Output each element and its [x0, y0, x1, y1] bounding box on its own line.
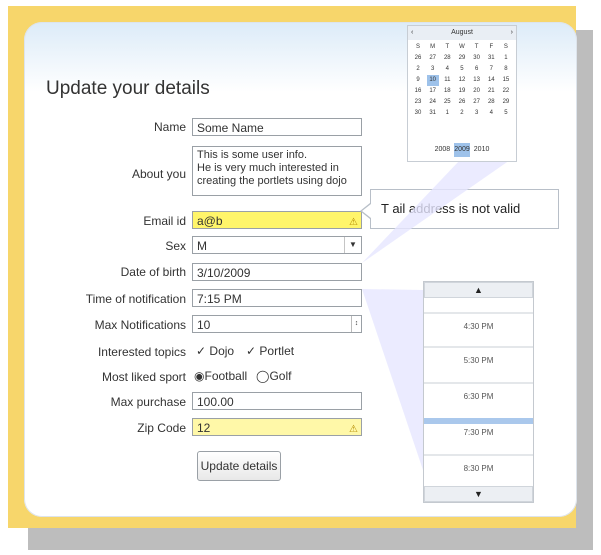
calendar-day[interactable]: 16 [412, 86, 424, 97]
calendar-day[interactable]: 25 [441, 97, 453, 108]
year-option[interactable]: 2010 [474, 143, 490, 157]
time-slot[interactable]: 7:30 PM [424, 424, 533, 442]
weekday-label: S [503, 44, 508, 50]
calendar-day[interactable]: 24 [427, 97, 439, 108]
calendar-day[interactable]: 1 [500, 53, 512, 64]
calendar-day[interactable]: 30 [471, 53, 483, 64]
time-divider [424, 346, 533, 348]
calendar-day[interactable]: 4 [485, 108, 497, 119]
calendar-week-6: 30 31 1 2 3 4 5 [412, 108, 512, 119]
weekday-label: M [430, 44, 436, 50]
calendar-day[interactable]: 26 [456, 97, 468, 108]
calendar-week-1: 26 27 28 29 30 31 1 [412, 53, 512, 64]
time-picker-popup[interactable]: ▲ ▼ 4:30 PM 5:30 PM 6:30 PM 7:30 PM 8:30 PM [423, 281, 534, 503]
calendar-grid: S M T W T F S 26 27 28 29 30 31 1 2 3 4 5 6 7 8 9 10 11 12 13 14 15… [412, 42, 512, 119]
calendar-week-3: 9 10 11 12 13 14 15 [412, 75, 512, 86]
calendar-day[interactable]: 13 [471, 75, 483, 86]
calendar-day[interactable]: 19 [456, 86, 468, 97]
calendar-day[interactable]: 14 [485, 75, 497, 86]
calendar-day[interactable]: 22 [500, 86, 512, 97]
calendar-day[interactable]: 31 [427, 108, 439, 119]
calendar-day[interactable]: 1 [441, 108, 453, 119]
calendar-day[interactable]: 10 [426, 75, 439, 86]
calendar-day[interactable]: 28 [485, 97, 497, 108]
time-slot[interactable]: 6:30 PM [424, 388, 533, 406]
calendar-day[interactable]: 28 [441, 53, 453, 64]
year-option[interactable]: 2009 [454, 143, 470, 157]
calendar-day[interactable]: 29 [456, 53, 468, 64]
timepicker-connector [362, 289, 423, 470]
prev-month-icon[interactable]: ‹ [411, 26, 413, 40]
weekday-label: T [474, 44, 479, 50]
calendar-day[interactable]: 15 [500, 75, 512, 86]
calendar-day[interactable]: 18 [441, 86, 453, 97]
time-highlight [424, 418, 533, 424]
calendar-day[interactable]: 31 [485, 53, 497, 64]
calendar-day[interactable]: 26 [412, 53, 424, 64]
calendar-day[interactable]: 4 [441, 64, 453, 75]
calendar-day[interactable]: 6 [471, 64, 483, 75]
calendar-day[interactable]: 17 [427, 86, 439, 97]
weekday-label: T [445, 44, 450, 50]
calendar-day[interactable]: 27 [427, 53, 439, 64]
time-slot[interactable]: 8:30 PM [424, 460, 533, 478]
calendar-day[interactable]: 11 [441, 75, 453, 86]
year-option[interactable]: 2008 [435, 143, 451, 157]
calendar-popup[interactable]: ‹ August › S M T W T F S 26 27 28 29 30 31 1 2 3 4 5 6 7 8 9 1… [407, 25, 517, 162]
calendar-day[interactable]: 8 [500, 64, 512, 75]
weekday-row: SMTWTFS [412, 42, 512, 53]
calendar-week-5: 23 24 25 26 27 28 29 [412, 97, 512, 108]
calendar-month: August [451, 29, 473, 36]
calendar-header: ‹ August › [408, 26, 516, 40]
calendar-day[interactable]: 27 [471, 97, 483, 108]
calendar-day[interactable]: 21 [485, 86, 497, 97]
calendar-day[interactable]: 29 [500, 97, 512, 108]
time-divider [424, 382, 533, 384]
calendar-day[interactable]: 5 [456, 64, 468, 75]
calendar-day[interactable]: 20 [471, 86, 483, 97]
calendar-day[interactable]: 7 [485, 64, 497, 75]
time-slot[interactable]: 5:30 PM [424, 352, 533, 370]
calendar-week-4: 16 17 18 19 20 21 22 [412, 86, 512, 97]
weekday-label: S [415, 44, 420, 50]
time-divider [424, 312, 533, 314]
time-divider [424, 454, 533, 456]
calendar-day[interactable]: 2 [456, 108, 468, 119]
calendar-week-2: 2345678 [412, 64, 512, 75]
calendar-connector [362, 160, 510, 263]
calendar-years: 2008 2009 2010 [408, 143, 516, 157]
next-month-icon[interactable]: › [511, 26, 513, 40]
calendar-day[interactable]: 9 [412, 75, 424, 86]
calendar-day[interactable]: 3 [471, 108, 483, 119]
calendar-day[interactable]: 23 [412, 97, 424, 108]
calendar-day[interactable]: 2 [412, 64, 424, 75]
calendar-day[interactable]: 3 [427, 64, 439, 75]
time-slot[interactable]: 4:30 PM [424, 318, 533, 336]
scroll-up-button[interactable]: ▲ [424, 282, 533, 298]
scroll-down-button[interactable]: ▼ [424, 486, 533, 502]
calendar-day[interactable]: 12 [456, 75, 468, 86]
calendar-day[interactable]: 30 [412, 108, 424, 119]
weekday-label: F [489, 44, 494, 50]
calendar-day[interactable]: 5 [500, 108, 512, 119]
weekday-label: W [459, 44, 465, 50]
